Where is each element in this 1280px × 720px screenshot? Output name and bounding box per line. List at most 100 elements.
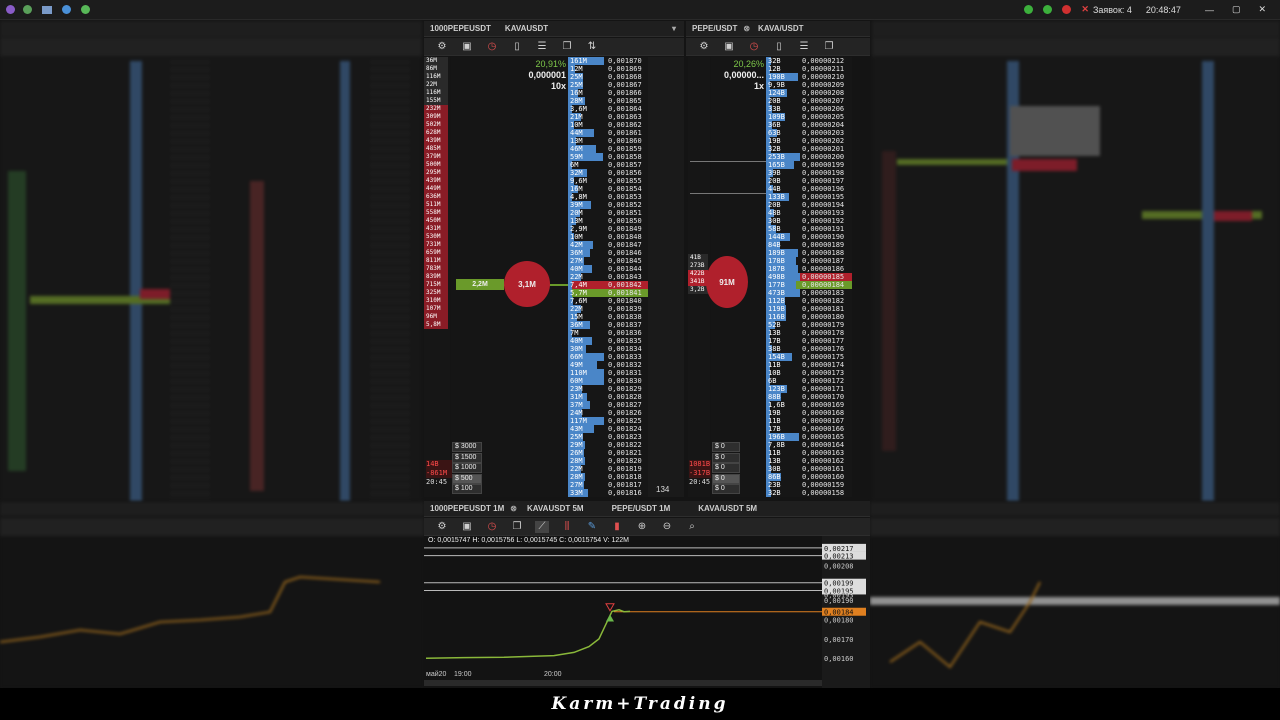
ladder-row[interactable]: 23M 0,001829 (568, 385, 648, 393)
ladder-row[interactable]: 11B 0,00000174 (766, 361, 852, 369)
ladder-row[interactable]: 36M 0,001846 (568, 249, 648, 257)
ladder-row[interactable]: 31M 0,001828 (568, 393, 648, 401)
ladder-row[interactable]: 20M 0,001851 (568, 209, 648, 217)
line-tool-icon[interactable]: ⟋ (535, 520, 549, 533)
tab-close-icon[interactable]: ⊗ (510, 504, 517, 513)
ladder-row[interactable]: 7,6M 0,001840 (568, 297, 648, 305)
copy-icon[interactable]: ❐ (510, 521, 524, 533)
ladder-row[interactable]: 63B 0,00000203 (766, 129, 852, 137)
copy-icon[interactable]: ❐ (822, 41, 836, 53)
ladder-row[interactable]: 13M 0,001850 (568, 217, 648, 225)
ladder-row[interactable]: 86B 0,00000160 (766, 473, 852, 481)
ladder-row[interactable]: 22M 0,001843 (568, 273, 648, 281)
connect-icon[interactable] (23, 5, 32, 14)
ladder-row[interactable]: 30B 0,00000192 (766, 217, 852, 225)
ladder-row[interactable]: 144B 0,00000190 (766, 233, 852, 241)
amount-button[interactable]: $ 100 (452, 484, 482, 494)
tab-close-icon[interactable]: ⊗ (743, 24, 750, 33)
ladder-row[interactable]: 116B 0,00000180 (766, 313, 852, 321)
add-icon[interactable] (81, 5, 90, 14)
ladder-row[interactable]: 48B 0,00000193 (766, 209, 852, 217)
ladder-row[interactable]: 154B 0,00000175 (766, 353, 852, 361)
ladder-row[interactable]: 39M 0,001852 (568, 201, 648, 209)
ladder-row[interactable]: 30B 0,00000161 (766, 465, 852, 473)
globe-icon[interactable] (62, 5, 71, 14)
alert-icon[interactable] (1062, 5, 1072, 14)
ladder-row[interactable]: 42M 0,001847 (568, 241, 648, 249)
ladder-row[interactable]: 30M 0,001834 (568, 345, 648, 353)
ladder-row[interactable]: 49M 0,001832 (568, 361, 648, 369)
tab-kavausdt[interactable]: KAVAUSDT (505, 24, 548, 33)
ladder-row[interactable]: 58B 0,00000191 (766, 225, 852, 233)
orders-count[interactable]: Заявок: 4 (1093, 5, 1132, 15)
chart-scrollbar[interactable] (424, 680, 822, 686)
tab-kava-usdt[interactable]: KAVA/USDT (758, 24, 803, 33)
ladder-row[interactable]: 110M 0,001831 (568, 369, 648, 377)
tab-chart-pepe-1m[interactable]: 1000PEPEUSDT 1M (430, 504, 504, 513)
ladder-row[interactable]: 25M 0,001868 (568, 73, 648, 81)
ladder-row[interactable]: 27M 0,001845 (568, 257, 648, 265)
ladder-row[interactable]: 23B 0,00000159 (766, 481, 852, 489)
ladder-row[interactable]: 12B 0,00000211 (766, 65, 852, 73)
ladder-row[interactable]: 17B 0,00000177 (766, 337, 852, 345)
ladder-row[interactable]: 19B 0,00000202 (766, 137, 852, 145)
close-icon[interactable]: ✕ (1258, 4, 1266, 15)
tab-chart-pepe-usdt-1m[interactable]: PEPE/USDT 1M (612, 504, 671, 513)
amount-button[interactable]: $ 1000 (452, 463, 482, 473)
ladder-row[interactable]: 88B 0,00000170 (766, 393, 852, 401)
tab-chart-kava-5m[interactable]: KAVAUSDT 5M (527, 504, 584, 513)
document-icon[interactable]: ▯ (772, 41, 786, 53)
ladder-row[interactable]: 123B 0,00000171 (766, 385, 852, 393)
clock-icon[interactable]: ◷ (485, 41, 499, 53)
chevron-down-icon[interactable]: ▾ (672, 24, 676, 33)
amount-button[interactable]: $ 0 (712, 463, 740, 473)
ladder-row[interactable]: 84B 0,00000189 (766, 241, 852, 249)
ladder-row[interactable]: 19B 0,00000168 (766, 409, 852, 417)
tab-pepe-usdt[interactable]: PEPE/USDT (692, 24, 737, 33)
ladder-row[interactable]: 60M 0,001830 (568, 377, 648, 385)
ladder-row[interactable]: 187B 0,00000186 (766, 265, 852, 273)
candles-icon[interactable]: ⫼ (560, 521, 574, 533)
ladder-row[interactable]: 25M 0,001867 (568, 81, 648, 89)
ladder-row[interactable]: 28M 0,001820 (568, 457, 648, 465)
ladder-row[interactable]: 5,7M 0,001841 (568, 289, 648, 297)
ladder-row[interactable]: 13M 0,001860 (568, 137, 648, 145)
ladder-row[interactable]: 26M 0,001821 (568, 449, 648, 457)
ladder-row[interactable]: 24M 0,001826 (568, 409, 648, 417)
ladder-row[interactable]: 6M 0,001857 (568, 161, 648, 169)
ladder-row[interactable]: 165B 0,00000199 (766, 161, 852, 169)
bars-icon[interactable]: ▮ (610, 521, 624, 533)
pen-icon[interactable]: ✎ (585, 521, 599, 533)
settings-icon[interactable]: ⚙ (435, 41, 449, 53)
ladder-row[interactable]: 7,8B 0,00000164 (766, 441, 852, 449)
ladder-row[interactable]: 3,6M 0,001864 (568, 105, 648, 113)
ladder-row[interactable]: 7M 0,001836 (568, 329, 648, 337)
ladder-row[interactable]: 33M 0,001816 (568, 489, 648, 497)
ladder-row[interactable]: 33B 0,00000206 (766, 105, 852, 113)
document-icon[interactable]: ▯ (510, 41, 524, 53)
ladder-row[interactable]: 161M 0,001870 (568, 57, 648, 65)
dom2-ladder[interactable]: 32B 0,00000212 12B 0,00000211 190B 0,00000210… (766, 57, 852, 497)
ladder-row[interactable]: 9,9B 0,00000209 (766, 81, 852, 89)
ladder-row[interactable]: 15M 0,001838 (568, 313, 648, 321)
ladder-row[interactable]: 21M 0,001863 (568, 113, 648, 121)
ladder-row[interactable]: 1,6B 0,00000169 (766, 401, 852, 409)
ladder-row[interactable]: 27M 0,001817 (568, 481, 648, 489)
ladder-row[interactable]: 4,8M 0,001853 (568, 193, 648, 201)
ladder-row[interactable]: 37M 0,001827 (568, 401, 648, 409)
ladder-row[interactable]: 52B 0,00000179 (766, 321, 852, 329)
ladder-row[interactable]: 7,4M 0,001842 (568, 281, 648, 289)
list-icon[interactable]: ☰ (535, 41, 549, 53)
amount-button[interactable]: $ 500 (452, 473, 482, 484)
ladder-row[interactable]: 28M 0,001818 (568, 473, 648, 481)
ladder-row[interactable]: 189B 0,00000188 (766, 249, 852, 257)
copy-icon[interactable]: ❐ (560, 41, 574, 53)
ladder-row[interactable]: 39B 0,00000198 (766, 169, 852, 177)
buy-marker-icon[interactable] (606, 614, 614, 622)
ladder-row[interactable]: 40M 0,001835 (568, 337, 648, 345)
wallet-icon[interactable]: ▣ (722, 41, 736, 53)
chart-canvas[interactable]: 0,002170,002130,002080,001990,001950,001… (424, 536, 870, 688)
ladder-row[interactable]: 11B 0,00000167 (766, 417, 852, 425)
ladder-row[interactable]: 124B 0,00000208 (766, 89, 852, 97)
ladder-row[interactable]: 109B 0,00000205 (766, 113, 852, 121)
